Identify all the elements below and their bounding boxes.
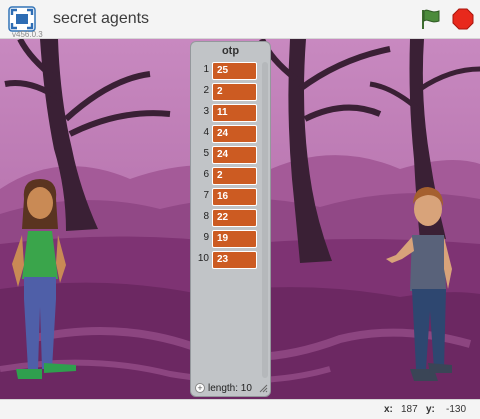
green-flag-icon [422, 9, 440, 29]
x-coordinate-value: 187 [401, 404, 418, 415]
list-item-value[interactable]: 23 [212, 251, 257, 269]
list-body: 1 25 2 2 3 11 4 24 5 24 6 2 7 16 8 22 9 … [195, 62, 263, 378]
list-item: 9 19 [195, 230, 263, 248]
list-item: 5 24 [195, 146, 263, 164]
list-item-value[interactable]: 2 [212, 167, 257, 185]
list-item: 8 22 [195, 209, 263, 227]
y-coordinate-label: y: [426, 404, 435, 415]
y-coordinate-value: -130 [446, 404, 467, 415]
list-length-label: length: 10 [208, 383, 252, 394]
list-item-index: 1 [203, 64, 209, 75]
green-flag-button[interactable] [419, 7, 443, 31]
list-item: 3 11 [195, 104, 263, 122]
title-bar: secret agents v456.0.3 [0, 0, 480, 39]
list-item-value[interactable]: 25 [212, 62, 257, 80]
project-title: secret agents [53, 10, 150, 27]
mouse-coordinates-bar: x: 187 y: -130 [0, 399, 480, 419]
list-item: 6 2 [195, 167, 263, 185]
fullscreen-icon [8, 6, 36, 32]
list-item-value[interactable]: 11 [212, 104, 257, 122]
list-item-value[interactable]: 2 [212, 83, 257, 101]
resize-handle-icon[interactable] [259, 384, 268, 393]
player-window: secret agents v456.0.3 otp 1 25 2 2 3 11… [0, 0, 480, 419]
list-item-index: 4 [203, 127, 209, 138]
list-scrollbar[interactable] [262, 62, 268, 378]
version-label: v456.0.3 [12, 30, 43, 39]
list-item-index: 9 [203, 232, 209, 243]
list-item-value[interactable]: 22 [212, 209, 257, 227]
list-footer: + length: 10 [193, 382, 269, 396]
list-item-value[interactable]: 16 [212, 188, 257, 206]
add-item-button[interactable]: + [195, 383, 205, 393]
stop-icon [452, 8, 474, 30]
stage[interactable]: otp 1 25 2 2 3 11 4 24 5 24 6 2 7 16 8 2… [0, 39, 480, 399]
list-title: otp [221, 45, 240, 57]
list-item: 4 24 [195, 125, 263, 143]
list-monitor[interactable]: otp 1 25 2 2 3 11 4 24 5 24 6 2 7 16 8 2… [190, 41, 271, 397]
list-item: 1 25 [195, 62, 263, 80]
stop-button[interactable] [452, 8, 474, 30]
list-item-value[interactable]: 24 [212, 146, 257, 164]
list-item-value[interactable]: 24 [212, 125, 257, 143]
x-coordinate-label: x: [384, 404, 393, 415]
list-item: 7 16 [195, 188, 263, 206]
list-item-index: 7 [203, 190, 209, 201]
fullscreen-button[interactable] [8, 6, 36, 32]
list-item-index: 10 [197, 253, 209, 264]
list-item-index: 5 [203, 148, 209, 159]
list-item-index: 2 [203, 85, 209, 96]
list-item-value[interactable]: 19 [212, 230, 257, 248]
list-item: 10 23 [195, 251, 263, 269]
list-item-index: 8 [203, 211, 209, 222]
list-item: 2 2 [195, 83, 263, 101]
list-item-index: 3 [203, 106, 209, 117]
list-item-index: 6 [203, 169, 209, 180]
